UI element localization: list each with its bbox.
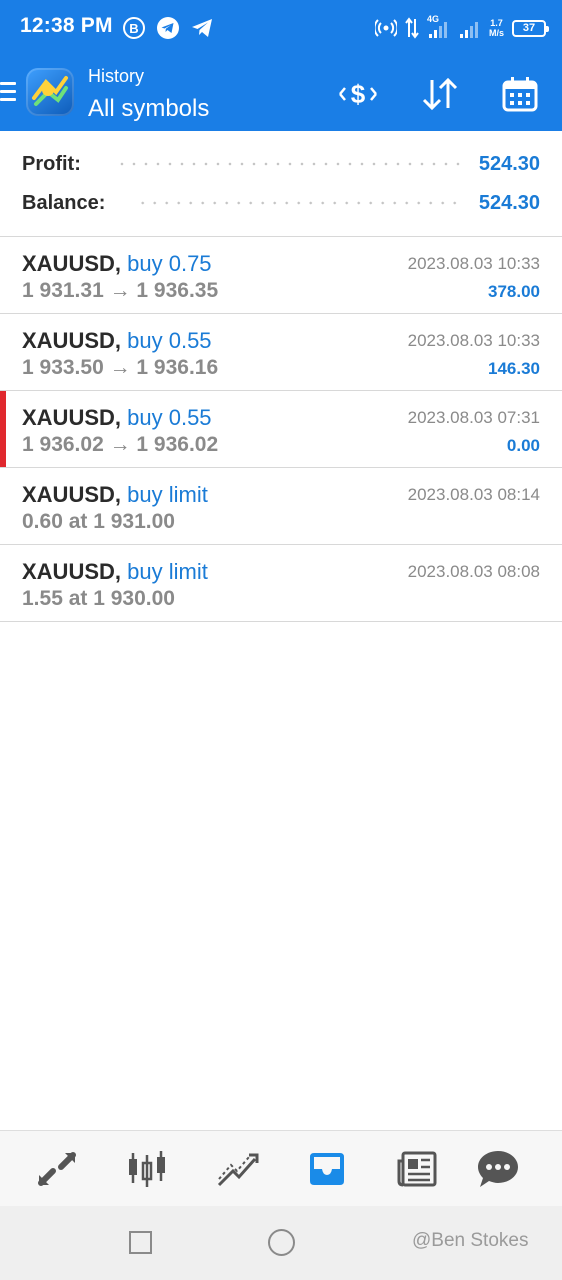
chat-bubble-icon — [478, 1151, 518, 1187]
net-speed: 1.7 M/s — [488, 18, 504, 38]
deal-type: buy 0.55 — [127, 405, 212, 430]
deal-symbol: XAUUSD, — [22, 251, 122, 276]
home-button[interactable] — [268, 1229, 295, 1256]
deal-symbol: XAUUSD, — [22, 559, 122, 584]
app-logo — [26, 68, 74, 116]
deposit-withdraw-button[interactable]: $ — [336, 72, 380, 116]
calendar-button[interactable] — [498, 72, 542, 116]
tab-quotes[interactable] — [33, 1145, 81, 1193]
deal-date: 2023.08.03 10:33 — [407, 254, 540, 273]
battery-indicator: 37 — [512, 19, 549, 37]
deal-symbol: XAUUSD, — [22, 405, 122, 430]
b-badge-icon: B — [123, 17, 145, 39]
trade-line-icon — [217, 1153, 259, 1187]
profit-label: Profit: — [22, 152, 81, 175]
dotted-leader — [116, 162, 463, 166]
system-nav-bar: @Ben Stokes — [0, 1206, 562, 1280]
quotes-arrows-icon — [38, 1152, 76, 1186]
balance-value: 524.30 — [478, 191, 540, 214]
deal-type: buy 0.75 — [127, 251, 212, 276]
deal-type: buy 0.55 — [127, 328, 212, 353]
deal-date: 2023.08.03 08:14 — [407, 485, 540, 504]
deal-profit: 0.00 — [506, 436, 540, 455]
inbox-icon — [310, 1153, 344, 1185]
newspaper-icon — [397, 1151, 437, 1187]
order-volume-price: 0.60 at 1 931.00 — [22, 510, 175, 533]
deal-row[interactable]: XAUUSD, buy 0.75 1 931.31 → 1 936.35 202… — [0, 237, 562, 314]
deal-type: buy limit — [127, 559, 208, 584]
dotted-leader — [135, 201, 463, 205]
deal-symbol: XAUUSD, — [22, 328, 122, 353]
hotspot-icon — [374, 19, 397, 37]
metatrader-logo-icon — [32, 76, 68, 106]
recent-apps-button[interactable] — [129, 1231, 152, 1254]
profit-value: 524.30 — [478, 152, 540, 175]
data-transfer-icon — [405, 17, 419, 39]
deal-row[interactable]: XAUUSD, buy 0.55 1 933.50 → 1 936.16 202… — [0, 314, 562, 391]
order-row[interactable]: XAUUSD, buy limit 1.55 at 1 930.00 2023.… — [0, 545, 562, 622]
svg-text:$: $ — [351, 79, 366, 109]
deal-date: 2023.08.03 10:33 — [407, 331, 540, 350]
sort-arrows-icon — [422, 77, 458, 111]
deal-date: 2023.08.03 07:31 — [407, 408, 540, 427]
deal-prices: 1 931.31 → 1 936.35 — [22, 279, 219, 302]
app-header: 12:38 PM B 4G 1.7 M/s 37 History All sym… — [0, 0, 562, 131]
calendar-icon — [502, 77, 538, 112]
signal-4g-icon: 4G — [427, 14, 451, 40]
dollar-exchange-icon: $ — [339, 79, 377, 109]
deal-date: 2023.08.03 08:08 — [407, 562, 540, 581]
candlestick-icon — [129, 1151, 165, 1187]
page-title[interactable]: All symbols — [88, 95, 209, 123]
deal-row[interactable]: XAUUSD, buy 0.55 1 936.02 → 1 936.02 202… — [0, 391, 562, 468]
balance-label: Balance: — [22, 191, 106, 214]
account-summary: Profit: 524.30 Balance: 524.30 — [0, 131, 562, 237]
header-subtitle: History — [88, 66, 145, 86]
profit-row: Profit: 524.30 — [22, 149, 540, 179]
order-volume-price: 1.55 at 1 930.00 — [22, 587, 175, 610]
deal-profit: 378.00 — [488, 282, 540, 301]
bottom-tab-bar — [0, 1130, 562, 1206]
deal-prices: 1 936.02 → 1 936.02 — [22, 433, 219, 456]
deal-prices: 1 933.50 → 1 936.16 — [22, 356, 219, 379]
telegram-circle-icon — [157, 17, 179, 39]
tab-chart[interactable] — [123, 1145, 171, 1193]
tab-history[interactable] — [303, 1145, 351, 1193]
watermark: @Ben Stokes — [412, 1230, 529, 1251]
status-bar: 12:38 PM B 4G 1.7 M/s 37 — [0, 0, 562, 58]
telegram-icon — [192, 19, 212, 37]
tab-news[interactable] — [393, 1145, 441, 1193]
battery-level: 37 — [522, 22, 536, 34]
sort-button[interactable] — [418, 72, 462, 116]
deal-profit: 146.30 — [488, 359, 540, 378]
balance-row: Balance: 524.30 — [22, 188, 540, 218]
order-row[interactable]: XAUUSD, buy limit 0.60 at 1 931.00 2023.… — [0, 468, 562, 545]
tab-messages[interactable] — [474, 1145, 522, 1193]
status-time: 12:38 PM — [20, 14, 113, 37]
signal-icon — [459, 22, 478, 38]
menu-icon[interactable] — [0, 82, 16, 102]
deal-type: buy limit — [127, 482, 208, 507]
svg-text:B: B — [129, 21, 138, 36]
deal-symbol: XAUUSD, — [22, 482, 122, 507]
tab-trade[interactable] — [213, 1145, 261, 1193]
selected-marker — [0, 391, 6, 467]
status-indicators: 4G 1.7 M/s 37 — [374, 14, 549, 42]
